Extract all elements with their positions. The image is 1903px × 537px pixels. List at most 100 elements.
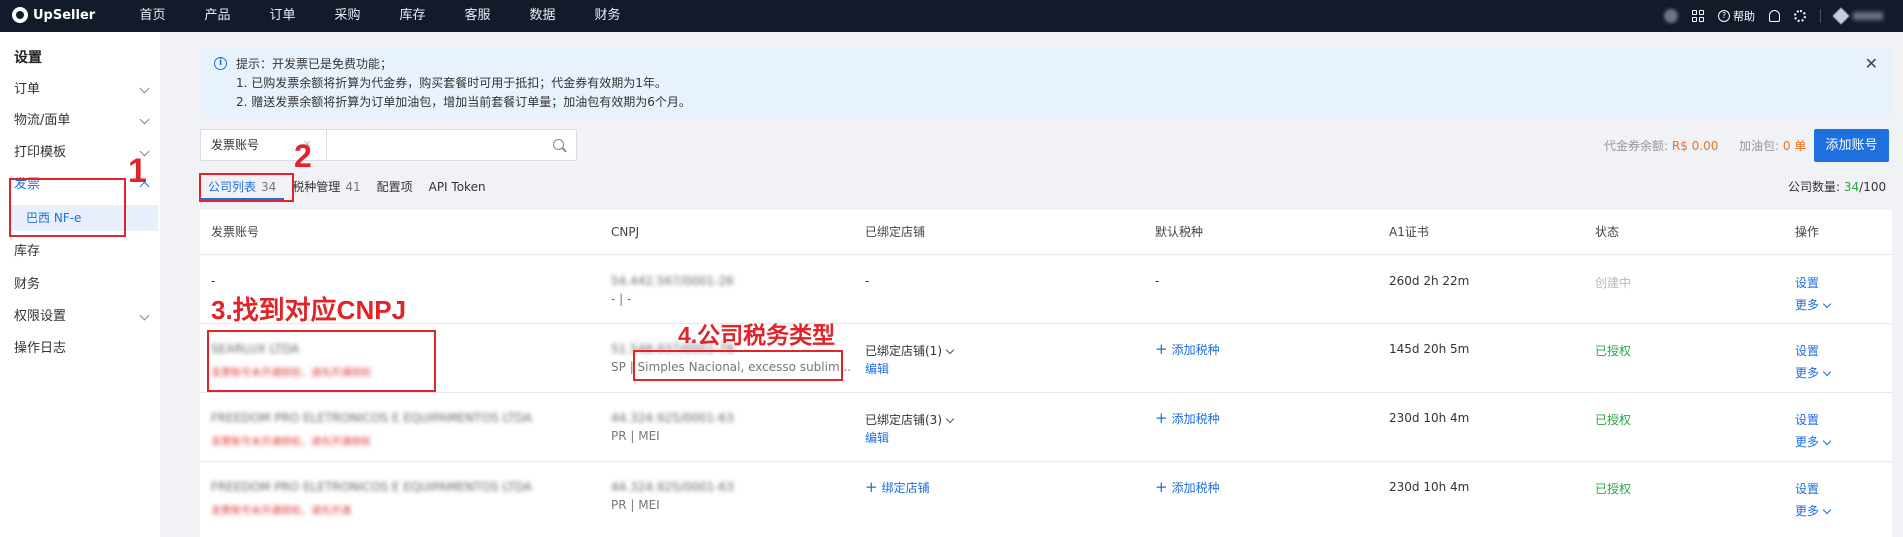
sidebar-item-label: 操作日志 — [14, 341, 67, 356]
add-account-button[interactable]: 添加账号 — [1814, 129, 1889, 162]
tab-label: 税种管理 — [292, 180, 341, 194]
cnpj-meta: SP | Simples Nacional, excesso sublim... — [611, 360, 851, 374]
tab-config[interactable]: 配置项 — [369, 174, 421, 200]
divider — [1820, 9, 1821, 23]
add-tax-button[interactable]: + 添加税种 — [1155, 409, 1220, 427]
plus-icon: + — [1155, 409, 1168, 427]
company-count-total: /100 — [1859, 180, 1887, 194]
table-row: - 54.442.567/0001-26 - | - - - 260d 2h 2… — [200, 254, 1892, 323]
more-dropdown[interactable]: 更多 — [1795, 433, 1832, 450]
column-header-stores: 已绑定店铺 — [865, 225, 926, 239]
close-icon[interactable]: ✕ — [303, 130, 312, 160]
boost-label: 加油包: — [1739, 139, 1780, 153]
company-count: 公司数量: 34/100 — [1788, 174, 1886, 200]
nav-customer-service[interactable]: 客服 — [445, 0, 510, 32]
tab-label: API Token — [428, 180, 486, 194]
plus-icon: + — [1155, 478, 1168, 496]
search-input[interactable] — [328, 130, 544, 160]
chevron-down-icon — [1822, 436, 1832, 446]
sidebar-item-orders[interactable]: 订单 — [0, 77, 160, 103]
edit-stores-link[interactable]: 编辑 — [865, 429, 889, 446]
more-dropdown[interactable]: 更多 — [1795, 296, 1832, 313]
info-icon: i — [214, 57, 227, 70]
sidebar-item-operation-log[interactable]: 操作日志 — [0, 336, 160, 362]
settings-link[interactable]: 设置 — [1795, 274, 1819, 291]
user-menu[interactable] — [1832, 7, 1883, 25]
sidebar-item-inventory[interactable]: 库存 — [0, 239, 160, 265]
sidebar-item-permissions[interactable]: 权限设置 — [0, 304, 160, 330]
notification-avatar-icon[interactable] — [1664, 9, 1678, 23]
account-warning: 发票账号未开通授权，请先开通授权 — [211, 368, 371, 379]
account-warning: 发票账号未开通授权，请先开通授权 — [211, 437, 371, 448]
search-field-select[interactable]: 发票账号 ✕ — [201, 130, 327, 160]
chevron-down-icon — [1822, 367, 1832, 377]
chevron-down-icon — [139, 114, 150, 125]
main-nav: 首页 产品 订单 采购 库存 客服 数据 财务 — [120, 0, 640, 32]
chevron-down-icon — [1822, 299, 1832, 309]
nav-data[interactable]: 数据 — [510, 0, 575, 32]
sidebar-item-invoice[interactable]: 发票 — [0, 172, 160, 198]
more-dropdown[interactable]: 更多 — [1795, 502, 1832, 519]
chevron-down-icon — [1822, 505, 1832, 515]
tab-label: 配置项 — [376, 180, 413, 194]
more-dropdown[interactable]: 更多 — [1795, 364, 1832, 381]
status-badge: 已授权 — [1595, 413, 1632, 427]
more-label: 更多 — [1795, 504, 1820, 518]
sidebar-item-finance[interactable]: 财务 — [0, 272, 160, 298]
account-name: - — [211, 274, 216, 288]
table-row: FREEDOM PRO ELETRONICOS E EQUIPAMENTOS L… — [200, 461, 1892, 530]
status-badge: 已授权 — [1595, 482, 1632, 496]
bound-stores-dropdown[interactable]: 已绑定店铺(3) — [865, 411, 955, 428]
bound-stores: 已绑定店铺(3) — [865, 413, 942, 427]
tab-company-list[interactable]: 公司列表 34 — [200, 174, 285, 200]
nav-purchase[interactable]: 采购 — [315, 0, 380, 32]
help-icon: ? — [1718, 10, 1730, 22]
search-icon[interactable] — [553, 139, 564, 150]
close-icon[interactable]: ✕ — [1865, 54, 1878, 73]
plus-icon: + — [1155, 340, 1168, 358]
help-button[interactable]: ? 帮助 — [1718, 8, 1755, 24]
sidebar-item-logistics[interactable]: 物流/面单 — [0, 108, 160, 134]
logo-icon — [12, 7, 28, 23]
settings-link[interactable]: 设置 — [1795, 342, 1819, 359]
tab-api-token[interactable]: API Token — [421, 174, 494, 200]
voucher-balance: 代金券余额: R$ 0.00 — [1604, 137, 1718, 154]
tab-label: 公司列表 — [208, 180, 257, 194]
sidebar-subitem-brazil-nfe[interactable]: 巴西 NF-e — [10, 205, 158, 231]
cnpj-number: 44.324.925/0001-63 — [611, 480, 734, 494]
apps-grid-icon[interactable] — [1692, 10, 1704, 22]
add-tax-button[interactable]: + 添加税种 — [1155, 478, 1220, 496]
bound-stores: - — [865, 274, 870, 288]
bound-stores-dropdown[interactable]: 已绑定店铺(1) — [865, 342, 955, 359]
edit-stores-link[interactable]: 编辑 — [865, 360, 889, 377]
nav-orders[interactable]: 订单 — [250, 0, 315, 32]
sidebar-item-print-templates[interactable]: 打印模板 — [0, 140, 160, 166]
tax-regime: Simples Nacional, excesso sublim... — [637, 360, 852, 374]
company-count-value: 34 — [1843, 180, 1860, 194]
gear-icon[interactable] — [1794, 10, 1806, 22]
add-tax-label: 添加税种 — [1171, 481, 1220, 495]
default-tax: - — [1155, 274, 1160, 288]
settings-link[interactable]: 设置 — [1795, 480, 1819, 497]
tab-tax-management[interactable]: 税种管理 41 — [284, 174, 368, 200]
table-row: SEARLUX LTDA 发票账号未开通授权，请先开通授权 51.548.937… — [200, 323, 1892, 392]
company-table: 发票账号 CNPJ 已绑定店铺 默认税种 A1证书 状态 操作 - 54.442… — [200, 210, 1892, 537]
nav-products[interactable]: 产品 — [185, 0, 250, 32]
more-label: 更多 — [1795, 366, 1820, 380]
nav-finance[interactable]: 财务 — [575, 0, 640, 32]
chevron-down-icon — [945, 345, 955, 355]
column-header-tax-type: 默认税种 — [1155, 225, 1204, 239]
chevron-up-icon — [139, 181, 150, 192]
sidebar-item-label: 库存 — [14, 244, 41, 259]
add-tax-button[interactable]: + 添加税种 — [1155, 340, 1220, 358]
nav-home[interactable]: 首页 — [120, 0, 185, 32]
plus-icon: + — [865, 478, 878, 496]
sidebar-item-label: 物流/面单 — [14, 113, 71, 128]
certificate-expiry: 230d 10h 4m — [1389, 480, 1470, 494]
bell-icon[interactable] — [1769, 10, 1780, 22]
brand-logo[interactable]: UpSeller — [12, 7, 95, 23]
bind-store-button[interactable]: + 绑定店铺 — [865, 478, 930, 496]
nav-inventory[interactable]: 库存 — [380, 0, 445, 32]
settings-link[interactable]: 设置 — [1795, 411, 1819, 428]
sidebar-item-label: 财务 — [14, 277, 41, 292]
